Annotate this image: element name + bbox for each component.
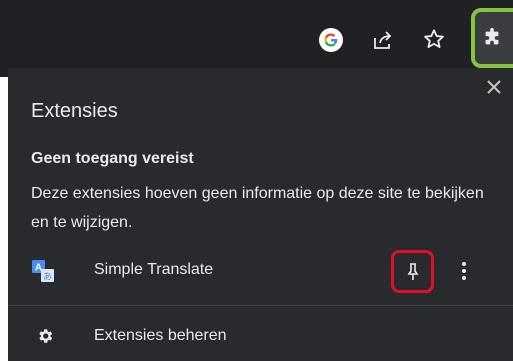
close-icon[interactable] xyxy=(485,78,503,96)
divider xyxy=(8,305,513,306)
extensions-panel: Extensies Geen toegang vereist Deze exte… xyxy=(8,68,513,361)
section-description: Deze extensies hoeven geen informatie op… xyxy=(31,185,484,231)
extension-row-simple-translate[interactable]: A あ Simple Translate xyxy=(8,248,513,296)
panel-title: Extensies xyxy=(31,100,118,122)
translate-icon: A あ xyxy=(32,260,54,282)
more-vert-icon xyxy=(462,262,466,280)
manage-extensions-row[interactable]: Extensies beheren xyxy=(8,314,513,358)
share-icon[interactable] xyxy=(370,27,396,53)
browser-toolbar xyxy=(0,0,513,77)
extension-name: Simple Translate xyxy=(94,261,214,278)
extensions-button[interactable] xyxy=(471,8,513,68)
gear-icon xyxy=(36,327,54,345)
pin-icon xyxy=(407,262,418,280)
section-heading: Geen toegang vereist xyxy=(31,150,194,167)
more-options-button[interactable] xyxy=(456,258,472,284)
svg-text:あ: あ xyxy=(43,272,52,282)
puzzle-icon xyxy=(485,27,499,45)
manage-extensions-label: Extensies beheren xyxy=(94,327,227,344)
google-icon[interactable] xyxy=(318,27,344,53)
pin-button[interactable] xyxy=(391,250,434,293)
star-icon[interactable] xyxy=(421,26,447,52)
